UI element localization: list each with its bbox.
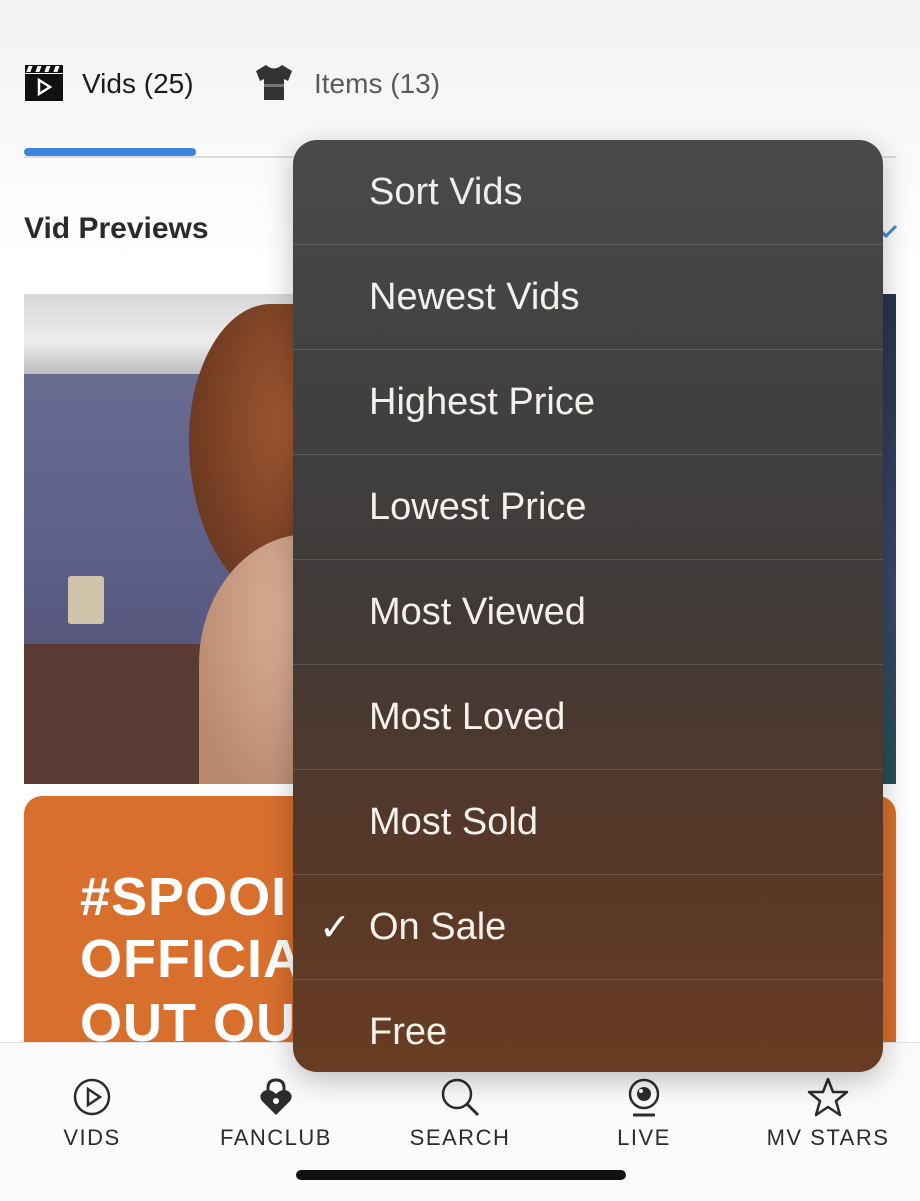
tab-active-indicator (24, 148, 196, 156)
tab-items-label: Items (13) (314, 68, 441, 99)
menu-item-lowest-price[interactable]: Lowest Price (293, 455, 883, 560)
star-icon (807, 1077, 849, 1117)
video-thumbnail-outlet (68, 576, 104, 624)
sort-menu-header: Sort Vids (293, 140, 883, 245)
tab-items[interactable]: Items (13) (252, 60, 440, 108)
menu-item-label: Lowest Price (369, 485, 587, 528)
menu-item-free[interactable]: Free (293, 980, 883, 1072)
tshirt-icon (252, 62, 296, 107)
nav-mv-stars-label: MV STARS (766, 1125, 890, 1150)
nav-live-label: LIVE (617, 1125, 671, 1150)
menu-item-most-sold[interactable]: Most Sold (293, 770, 883, 875)
nav-fanclub[interactable]: FANCLUB (184, 1077, 368, 1151)
nav-search-label: SEARCH (409, 1125, 511, 1150)
menu-item-label: On Sale (369, 905, 507, 948)
menu-item-label: Free (369, 1010, 448, 1053)
menu-item-on-sale[interactable]: ✓ On Sale (293, 875, 883, 980)
tab-vids-label: Vids (25) (82, 68, 194, 99)
nav-vids-label: VIDS (63, 1125, 121, 1150)
search-icon (441, 1078, 480, 1117)
nav-mv-stars[interactable]: MV STARS (736, 1077, 920, 1151)
tab-vids[interactable]: Vids (25) (24, 60, 194, 108)
menu-item-most-loved[interactable]: Most Loved (293, 665, 883, 770)
nav-search[interactable]: SEARCH (368, 1077, 552, 1151)
nav-vids[interactable]: VIDS (0, 1077, 184, 1151)
menu-item-label: Most Viewed (369, 590, 586, 633)
home-indicator (296, 1170, 626, 1180)
checkmark-icon: ✓ (319, 906, 351, 949)
menu-item-most-viewed[interactable]: Most Viewed (293, 560, 883, 665)
menu-item-label: Most Sold (369, 800, 538, 843)
menu-item-label: Newest Vids (369, 275, 580, 318)
sort-menu: Sort Vids Newest Vids Highest Price Lowe… (293, 140, 883, 1072)
nav-live[interactable]: LIVE (552, 1077, 736, 1151)
live-webcam-icon (628, 1078, 660, 1117)
nav-fanclub-label: FANCLUB (220, 1125, 332, 1150)
section-title: Vid Previews (24, 212, 209, 245)
sort-menu-title: Sort Vids (369, 170, 523, 213)
play-circle-icon (73, 1078, 111, 1116)
promo-line: #SPOOI (80, 867, 288, 927)
lock-heart-icon (260, 1078, 292, 1115)
menu-item-highest-price[interactable]: Highest Price (293, 350, 883, 455)
menu-item-newest-vids[interactable]: Newest Vids (293, 245, 883, 350)
menu-item-label: Highest Price (369, 380, 595, 423)
menu-item-label: Most Loved (369, 695, 566, 738)
promo-line: OFFICIA (80, 929, 303, 989)
clapperboard-icon (24, 62, 64, 107)
